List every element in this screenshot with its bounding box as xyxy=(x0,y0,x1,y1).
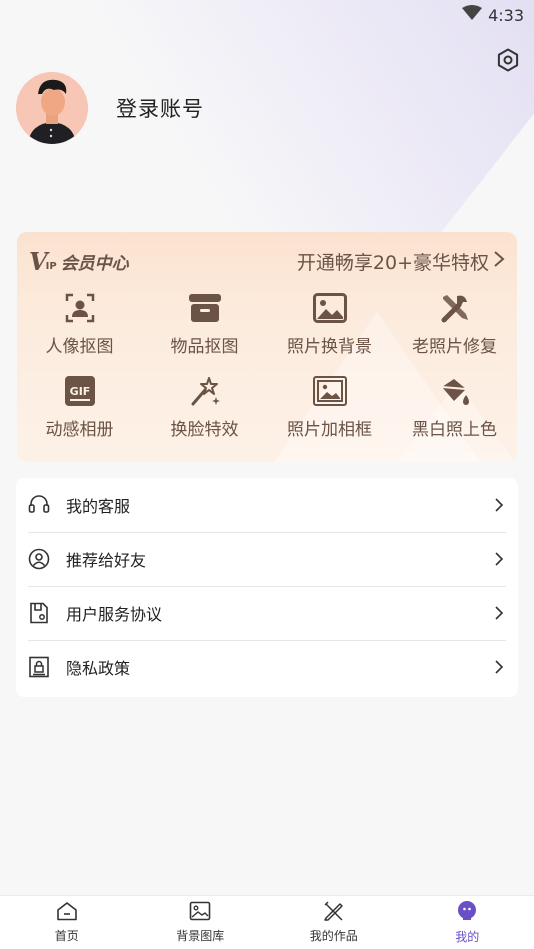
vip-promo-text: 开通畅享20+豪华特权 xyxy=(296,251,489,274)
photo-frame-icon xyxy=(312,373,348,409)
chevron-right-icon xyxy=(492,606,506,620)
nav-label: 我的作品 xyxy=(309,929,358,943)
vip-promo-link[interactable]: 开通畅享20+豪华特权 xyxy=(297,248,505,275)
vip-feature-portrait-cutout[interactable]: 人像抠图 xyxy=(17,290,142,357)
menu-item-customer-service[interactable]: 我的客服 xyxy=(16,478,518,532)
wifi-icon xyxy=(462,5,483,25)
profile-face-icon xyxy=(456,900,478,926)
user-circle-icon xyxy=(28,548,50,570)
vip-logo-ip: IP xyxy=(45,260,57,272)
gallery-icon xyxy=(189,901,211,925)
vip-feature-object-cutout[interactable]: 物品抠图 xyxy=(142,290,267,357)
vip-feature-label: 动感相册 xyxy=(45,420,114,440)
vip-feature-label: 物品抠图 xyxy=(170,337,239,357)
image-background-icon xyxy=(312,290,348,326)
chevron-right-icon xyxy=(492,660,506,674)
nav-label: 背景图库 xyxy=(176,929,225,943)
menu-item-recommend-friend[interactable]: 推荐给好友 xyxy=(16,532,518,586)
nav-label: 我的 xyxy=(455,930,480,944)
vip-feature-colorize[interactable]: 黑白照上色 xyxy=(392,373,517,440)
vip-logo: V IP 会员中心 xyxy=(29,247,129,276)
menu-item-label: 隐私政策 xyxy=(66,659,131,678)
document-icon xyxy=(28,602,50,624)
menu-item-label: 用户服务协议 xyxy=(66,605,163,624)
portrait-cutout-icon xyxy=(62,290,98,326)
bottom-navigation: 首页 背景图库 我的作品 我的 xyxy=(0,895,534,949)
vip-feature-change-background[interactable]: 照片换背景 xyxy=(267,290,392,357)
menu-item-label: 我的客服 xyxy=(66,497,131,516)
vip-feature-label: 照片加相框 xyxy=(287,420,372,440)
vip-feature-old-photo-repair[interactable]: 老照片修复 xyxy=(392,290,517,357)
vip-feature-grid: 人像抠图 物品抠图 照片换背景 老照片修复 GIF 动感相册 换脸特效 照片加相… xyxy=(17,290,517,440)
vip-header: V IP 会员中心 开通畅享20+豪华特权 xyxy=(29,246,505,276)
nav-item-mine[interactable]: 我的 xyxy=(401,896,534,949)
settings-menu-list: 我的客服 推荐给好友 用户服务协议 隐私政策 xyxy=(16,478,518,697)
gif-album-icon: GIF xyxy=(62,373,98,409)
chevron-right-icon xyxy=(492,498,506,512)
profile-header[interactable]: 登录账号 xyxy=(16,72,204,144)
gear-icon xyxy=(496,48,520,76)
vip-title: 会员中心 xyxy=(60,253,129,274)
vip-logo-v: V xyxy=(29,246,48,276)
vip-center-card[interactable]: V IP 会员中心 开通畅享20+豪华特权 人像抠图 物品抠图 照片换背景 老照… xyxy=(17,232,517,462)
menu-item-user-agreement[interactable]: 用户服务协议 xyxy=(16,586,518,640)
paint-bucket-icon xyxy=(437,373,473,409)
svg-text:GIF: GIF xyxy=(69,385,90,398)
vip-feature-label: 老照片修复 xyxy=(412,337,497,357)
status-time: 4:33 xyxy=(488,5,524,25)
nav-item-my-works[interactable]: 我的作品 xyxy=(267,896,401,949)
vip-feature-dynamic-album[interactable]: GIF 动感相册 xyxy=(17,373,142,440)
vip-feature-label: 照片换背景 xyxy=(287,337,372,357)
lock-document-icon xyxy=(28,656,50,678)
status-bar: 4:33 xyxy=(0,0,534,30)
tools-repair-icon xyxy=(437,290,473,326)
nav-item-background-gallery[interactable]: 背景图库 xyxy=(134,896,268,949)
edit-tools-icon xyxy=(323,901,345,925)
vip-feature-label: 换脸特效 xyxy=(170,420,239,440)
vip-feature-label: 人像抠图 xyxy=(45,337,114,357)
nav-item-home[interactable]: 首页 xyxy=(0,896,134,949)
nav-label: 首页 xyxy=(54,929,79,943)
magic-wand-icon xyxy=(187,373,223,409)
vip-feature-face-swap[interactable]: 换脸特效 xyxy=(142,373,267,440)
vip-feature-label: 黑白照上色 xyxy=(412,420,497,440)
headset-icon xyxy=(28,494,50,516)
box-cutout-icon xyxy=(187,290,223,326)
chevron-right-icon xyxy=(492,552,506,566)
settings-button[interactable] xyxy=(494,48,522,76)
chevron-right-icon xyxy=(493,250,505,273)
home-icon xyxy=(56,901,78,925)
menu-item-privacy-policy[interactable]: 隐私政策 xyxy=(16,640,518,694)
vip-feature-photo-frame[interactable]: 照片加相框 xyxy=(267,373,392,440)
menu-item-label: 推荐给好友 xyxy=(66,551,147,570)
avatar[interactable] xyxy=(16,72,88,144)
login-account-link[interactable]: 登录账号 xyxy=(116,93,204,123)
